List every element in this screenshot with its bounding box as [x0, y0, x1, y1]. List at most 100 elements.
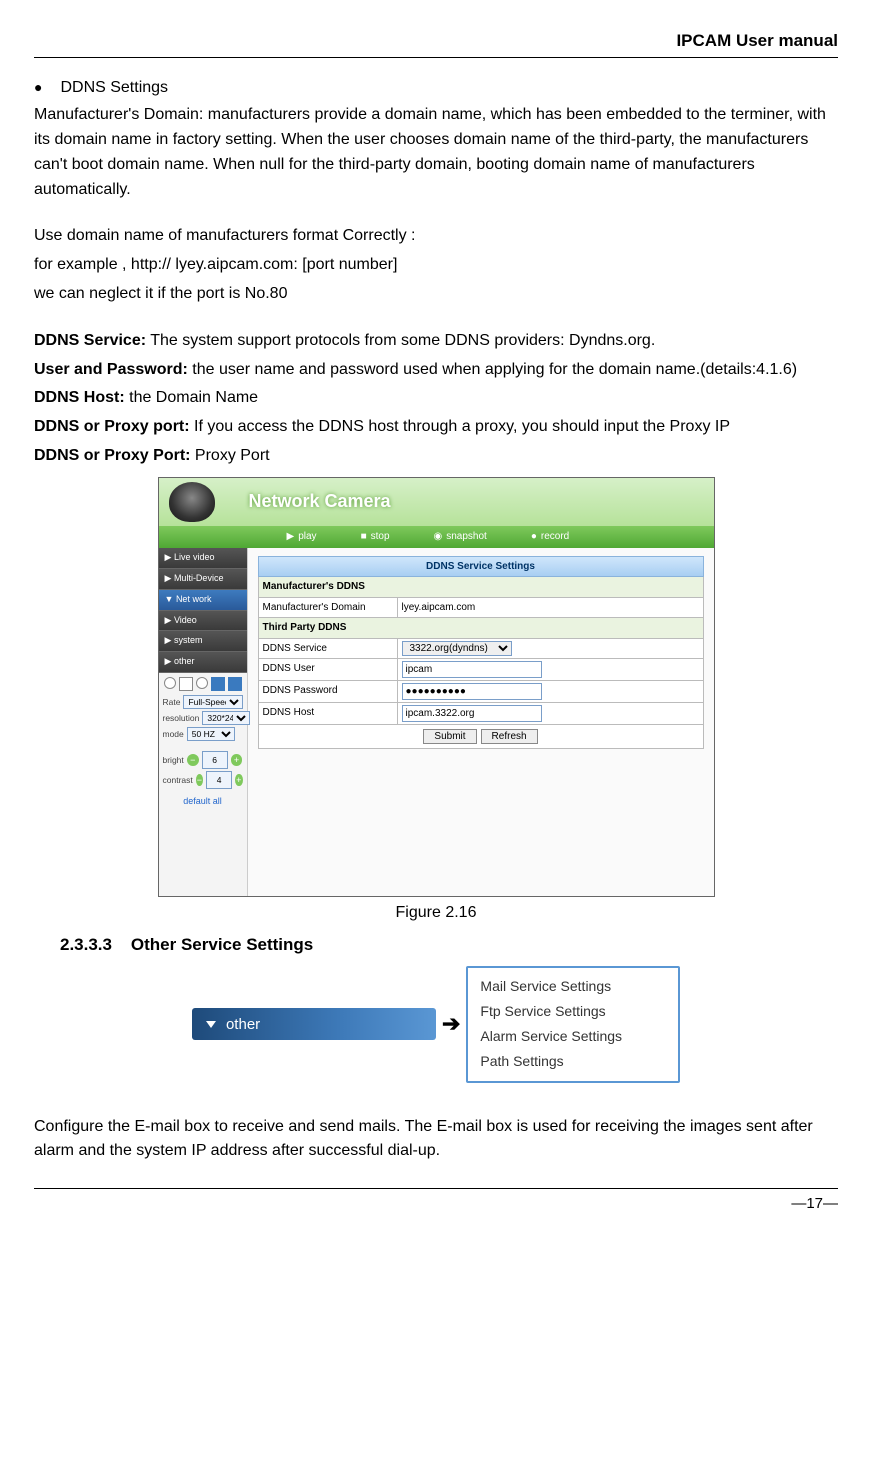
page-header: IPCAM User manual	[34, 28, 838, 58]
toolbar-play[interactable]: ▶play	[287, 529, 317, 545]
ddns-user-input[interactable]	[402, 661, 542, 678]
def-proxyport: DDNS or Proxy Port: Proxy Port	[34, 444, 838, 469]
ctrl-mode: mode50 HZ	[163, 727, 243, 741]
nav-system-label: system	[174, 635, 203, 645]
submenu-mail[interactable]: Mail Service Settings	[480, 974, 622, 999]
layout-radio-1[interactable]	[164, 677, 176, 689]
figure-caption: Figure 2.16	[34, 901, 838, 926]
nav-multi[interactable]: ▶ Multi-Device	[159, 569, 247, 590]
mfg-domain-value: lyey.aipcam.com	[398, 598, 703, 618]
def-service-text: The system support protocols from some D…	[146, 332, 655, 349]
subsection-heading: 2.3.3.3 Other Service Settings	[60, 932, 838, 958]
snapshot-label: snapshot	[446, 529, 487, 545]
ctrl-resolution: resolution320*240	[163, 711, 243, 725]
def-host-text: the Domain Name	[125, 389, 258, 406]
chevron-down-icon	[206, 1021, 216, 1028]
mode-label: mode	[163, 728, 184, 741]
bullet-icon: ●	[34, 77, 56, 99]
stop-icon: ■	[361, 529, 367, 545]
closing-paragraph: Configure the E-mail box to receive and …	[34, 1115, 838, 1165]
figure-sidebar: ▶ Live video ▶ Multi-Device ▼ Net work ▶…	[159, 548, 248, 896]
bright-input[interactable]	[202, 751, 228, 769]
arrow-right-icon: ➔	[442, 1007, 460, 1041]
subsection-number: 2.3.3.3	[60, 932, 112, 958]
camera-icon	[169, 482, 215, 522]
nav-other[interactable]: ▶ other	[159, 652, 247, 673]
def-host: DDNS Host: the Domain Name	[34, 386, 838, 411]
banner-title: Network Camera	[249, 488, 391, 516]
figure-2-16: Network Camera ▶play ■stop ◉snapshot ●re…	[158, 477, 715, 897]
bright-plus[interactable]: +	[231, 754, 243, 766]
contrast-label: contrast	[163, 774, 193, 787]
ddns-heading: ● DDNS Settings	[34, 76, 838, 101]
ddns-service-select[interactable]: 3322.org(dyndns)	[402, 641, 512, 656]
layout-1up[interactable]	[179, 677, 193, 691]
toolbar-snapshot[interactable]: ◉snapshot	[434, 529, 487, 545]
contrast-minus[interactable]: −	[196, 774, 203, 786]
submenu-path[interactable]: Path Settings	[480, 1049, 622, 1074]
ctrl-rate: RateFull-Speed	[163, 695, 243, 709]
def-service-label: DDNS Service:	[34, 332, 146, 349]
use-title: Use domain name of manufacturers format …	[34, 224, 838, 249]
play-icon: ▶	[287, 529, 295, 545]
toolbar-record[interactable]: ●record	[531, 529, 569, 545]
row-ddns-host: DDNS Host	[258, 703, 704, 725]
def-host-label: DDNS Host:	[34, 389, 125, 406]
stop-label: stop	[371, 529, 390, 545]
nav-system[interactable]: ▶ system	[159, 631, 247, 652]
nav-video[interactable]: ▶ Video	[159, 611, 247, 632]
ddns-host-input[interactable]	[402, 705, 542, 722]
def-proxyport-label: DDNS or Proxy Port:	[34, 447, 190, 464]
layout-radio-2[interactable]	[196, 677, 208, 689]
default-all-link[interactable]: default all	[163, 795, 243, 809]
bright-minus[interactable]: −	[187, 754, 199, 766]
use-example: for example , http:// lyey.aipcam.com: […	[34, 253, 838, 278]
def-proxyport-text: Proxy Port	[190, 447, 269, 464]
chevron-down-icon: ▼	[165, 594, 174, 604]
submenu-ftp[interactable]: Ftp Service Settings	[480, 999, 622, 1024]
submenu-alarm[interactable]: Alarm Service Settings	[480, 1024, 622, 1049]
nav-live[interactable]: ▶ Live video	[159, 548, 247, 569]
row-ddns-user: DDNS User	[258, 659, 704, 681]
rate-select[interactable]: Full-Speed	[183, 695, 242, 709]
ddns-password-label: DDNS Password	[259, 681, 398, 702]
submit-button[interactable]: Submit	[423, 729, 476, 744]
bright-label: bright	[163, 754, 184, 767]
resolution-select[interactable]: 320*240	[202, 711, 250, 725]
chevron-right-icon: ▶	[165, 615, 172, 625]
layout-4up[interactable]	[211, 677, 225, 691]
row-ddns-password: DDNS Password	[258, 681, 704, 703]
figure-banner: Network Camera	[159, 478, 714, 526]
mode-select[interactable]: 50 HZ	[187, 727, 235, 741]
nav-video-label: Video	[174, 615, 197, 625]
rate-label: Rate	[163, 696, 181, 709]
nav-network[interactable]: ▼ Net work	[159, 590, 247, 611]
ddns-user-label: DDNS User	[259, 659, 398, 680]
def-userpass-label: User and Password:	[34, 361, 188, 378]
ddns-host-label: DDNS Host	[259, 703, 398, 724]
nav-multi-label: Multi-Device	[174, 573, 224, 583]
other-tab[interactable]: other	[192, 1008, 436, 1040]
refresh-button[interactable]: Refresh	[481, 729, 538, 744]
figure-toolbar: ▶play ■stop ◉snapshot ●record	[159, 526, 714, 548]
snapshot-icon: ◉	[434, 529, 443, 545]
layout-selector[interactable]	[163, 677, 243, 691]
section-mfg: Manufacturer's DDNS	[258, 577, 704, 598]
layout-9up[interactable]	[228, 677, 242, 691]
section-thirdparty: Third Party DDNS	[258, 618, 704, 639]
def-userpass: User and Password: the user name and pas…	[34, 358, 838, 383]
contrast-input[interactable]	[206, 771, 232, 789]
ddns-intro: Manufacturer's Domain: manufacturers pro…	[34, 103, 838, 202]
ddns-password-input[interactable]	[402, 683, 542, 700]
toolbar-stop[interactable]: ■stop	[361, 529, 390, 545]
chevron-right-icon: ▶	[165, 552, 172, 562]
form-buttons: Submit Refresh	[258, 725, 704, 749]
chevron-right-icon: ▶	[165, 635, 172, 645]
page-footer: —17—	[34, 1188, 838, 1215]
chevron-right-icon: ▶	[165, 656, 172, 666]
side-nav: ▶ Live video ▶ Multi-Device ▼ Net work ▶…	[159, 548, 247, 674]
other-navigation-illustration: other ➔ Mail Service Settings Ftp Servic…	[34, 966, 838, 1083]
nav-live-label: Live video	[174, 552, 215, 562]
side-controls: RateFull-Speed resolution320*240 mode50 …	[159, 673, 247, 813]
contrast-plus[interactable]: +	[235, 774, 242, 786]
